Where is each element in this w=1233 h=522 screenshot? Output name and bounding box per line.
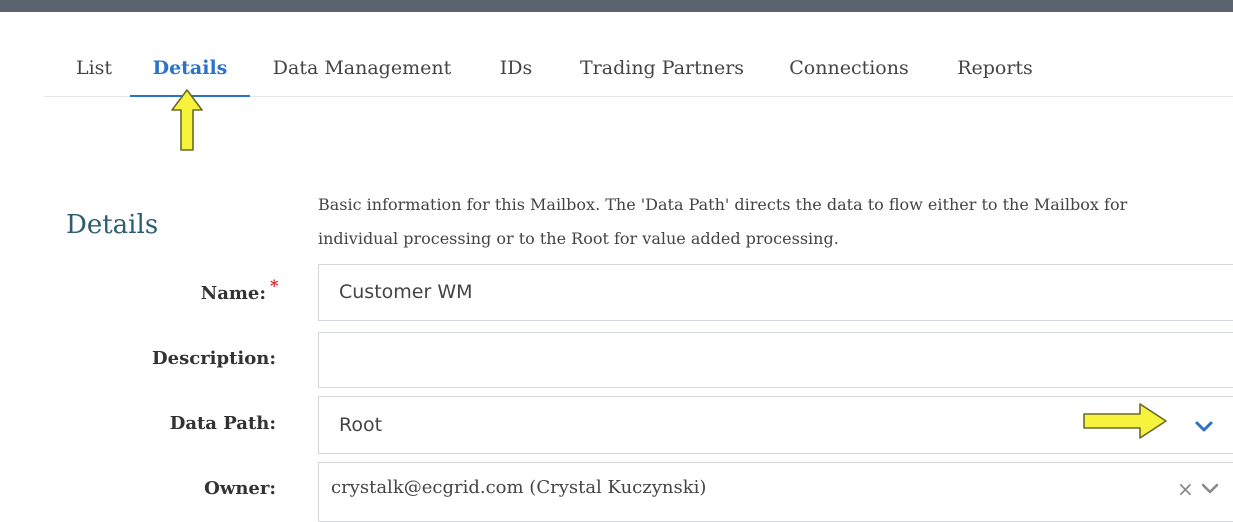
tab-ids[interactable]: IDs [498,40,534,96]
owner-label: Owner: [204,478,276,499]
data-path-label: Data Path: [169,413,276,434]
section-title: Details [66,210,159,240]
name-field[interactable]: Customer WM [318,264,1233,321]
owner-value: crystalk@ecgrid.com (Crystal Kuczynski) [331,477,707,498]
tab-connections[interactable]: Connections [788,40,910,96]
data-path-value: Root [339,414,383,436]
tab-trading-partners[interactable]: Trading Partners [580,40,744,96]
chevron-down-icon[interactable] [1193,419,1215,435]
name-value: Customer WM [339,281,473,303]
section-description: Basic information for this Mailbox. The … [318,195,1128,248]
description-label: Description: [152,348,276,369]
required-indicator: * [270,276,279,295]
arrow-right-icon [1083,403,1167,439]
tab-bar: List Details Data Management IDs Trading… [44,40,1233,97]
tab-list[interactable]: List [74,40,114,96]
arrow-up-icon [171,89,203,151]
tab-reports[interactable]: Reports [956,40,1034,96]
tab-data-management[interactable]: Data Management [272,40,452,96]
description-field[interactable] [318,332,1233,388]
top-border [0,0,1233,12]
name-label: Name: [200,283,266,304]
owner-select[interactable]: crystalk@ecgrid.com (Crystal Kuczynski) … [318,462,1233,522]
chevron-down-icon[interactable] [1199,481,1221,497]
clear-icon[interactable]: × [1177,477,1194,501]
